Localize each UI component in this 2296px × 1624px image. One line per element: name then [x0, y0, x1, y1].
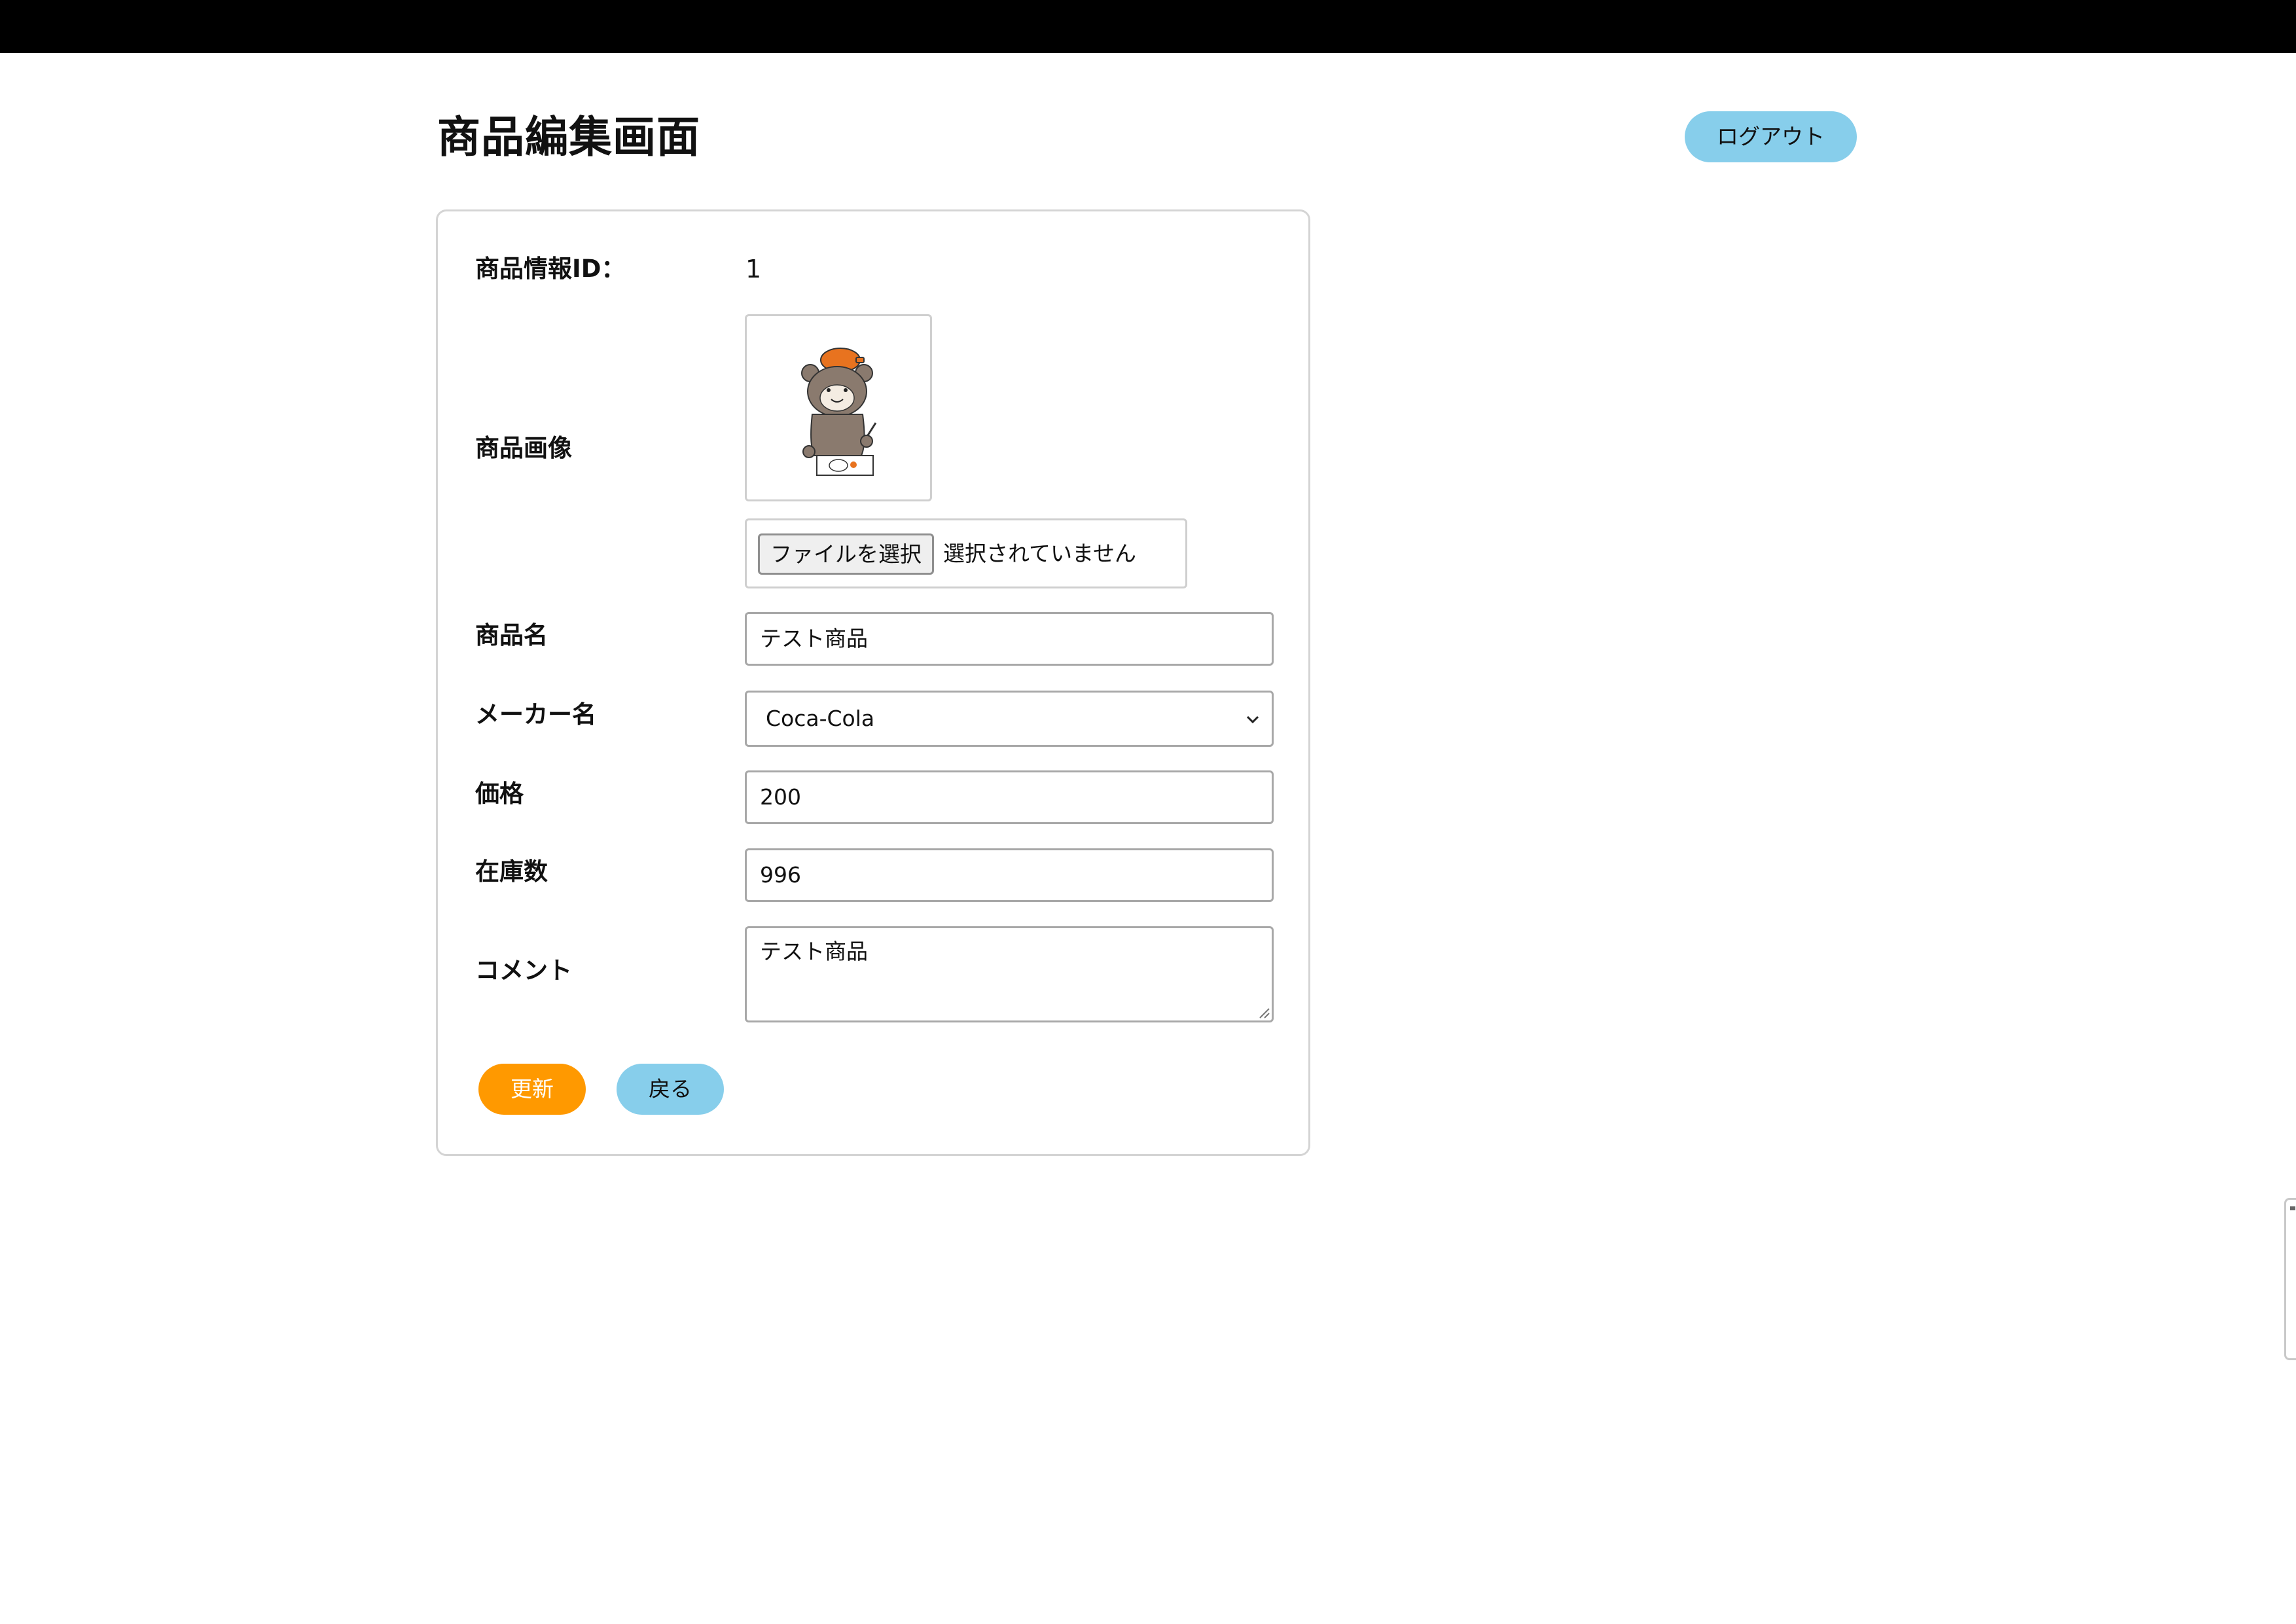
file-input[interactable]: ファイルを選択 選択されていません: [745, 518, 1187, 588]
product-id-label: 商品情報ID：: [475, 255, 626, 283]
product-id-value: 1: [745, 255, 762, 283]
logout-button[interactable]: ログアウト: [1685, 111, 1857, 162]
maker-selected-value: Coca-Cola: [766, 706, 875, 731]
side-panel-edge[interactable]: [2284, 1198, 2296, 1360]
product-name-input[interactable]: テスト商品: [745, 612, 1274, 666]
product-image-preview: [745, 314, 932, 501]
top-bar: [0, 0, 2296, 53]
comment-textarea[interactable]: テスト商品: [745, 926, 1274, 1022]
maker-name-label: メーカー名: [475, 700, 596, 729]
chevron-down-icon: [1246, 715, 1259, 724]
stock-label: 在庫数: [475, 857, 548, 886]
stock-input[interactable]: 996: [745, 848, 1274, 902]
side-panel-edge-mark: [2290, 1206, 2295, 1210]
choose-file-button[interactable]: ファイルを選択: [758, 533, 934, 575]
comment-text: テスト商品: [760, 939, 868, 964]
resize-handle-icon[interactable]: [1256, 1005, 1270, 1019]
product-name-label: 商品名: [475, 621, 548, 649]
comment-label: コメント: [475, 956, 572, 984]
file-status-text: 選択されていません: [943, 541, 1137, 566]
price-label: 価格: [475, 780, 524, 808]
price-input[interactable]: 200: [745, 770, 1274, 824]
product-image-label: 商品画像: [475, 434, 572, 462]
back-button[interactable]: 戻る: [617, 1064, 724, 1115]
page-title: 商品編集画面: [437, 112, 700, 162]
update-button[interactable]: 更新: [478, 1064, 586, 1115]
bear-illustration-icon: [801, 348, 877, 476]
product-edit-form: 商品情報ID： 1 商品画像 ファイルを選択 選択されていません 商品名 テスト…: [436, 209, 1310, 1156]
maker-select[interactable]: Coca-Cola: [745, 691, 1274, 747]
